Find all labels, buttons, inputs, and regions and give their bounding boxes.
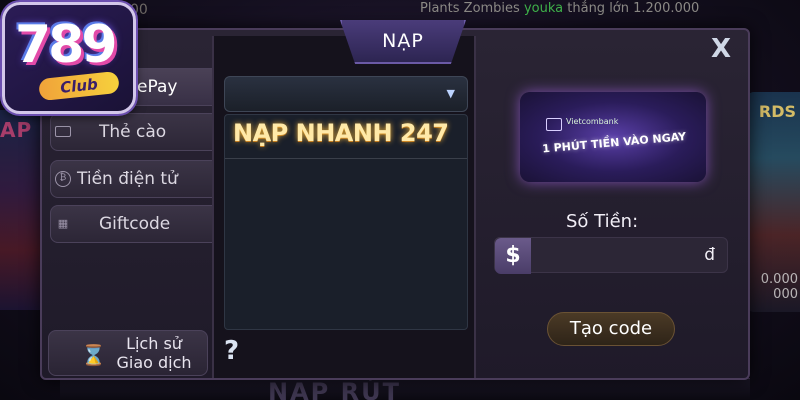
card-icon <box>55 126 71 137</box>
history-label-line1: Lịch sử <box>126 334 182 353</box>
dollar-icon: $ <box>495 238 531 274</box>
amount-input[interactable] <box>535 244 695 268</box>
promo-banner: Vietcombank 1 PHÚT TIỀN VÀO NGAY <box>520 92 706 182</box>
method-list: NẠP NHANH 247 <box>224 114 468 330</box>
brand-logo: 789 Club <box>2 2 136 114</box>
sidebar-item-scratch-card[interactable]: Thẻ cào <box>50 113 220 151</box>
ticker-game: Plants Zombies <box>420 1 520 16</box>
background-tile-right-text: RDS <box>758 102 796 121</box>
history-label: Lịch sử Giao dịch <box>109 334 199 372</box>
sidebar-item-crypto[interactable]: ₿ Tiền điện tử <box>50 160 220 198</box>
logo-number: 789 <box>15 15 118 75</box>
amount-label: Số Tiền: <box>566 211 639 232</box>
modal-header-tab: NẠP <box>340 20 466 64</box>
gift-icon: ▦ <box>57 217 69 230</box>
list-item-label: NẠP NHANH 247 <box>233 119 449 147</box>
ticker-amount: thắng lớn 1.200.000 <box>567 1 700 16</box>
win-ticker: Plants Zombies youka thắng lớn 1.200.000 <box>420 0 780 20</box>
sidebar-item-giftcode[interactable]: ▦ Giftcode <box>50 205 220 243</box>
history-label-line2: Giao dịch <box>116 353 192 372</box>
help-icon[interactable]: ? <box>224 336 239 366</box>
sidebar-item-label: Thẻ cào <box>99 122 167 142</box>
bitcoin-icon: ₿ <box>55 171 71 187</box>
banner-text: 1 PHÚT TIỀN VÀO NGAY <box>541 129 687 156</box>
create-code-button[interactable]: Tạo code <box>547 312 675 346</box>
background-bottom-text: NAP RÚT <box>268 378 401 400</box>
hourglass-icon: ⌛ <box>81 343 106 367</box>
sidebar-item-label: Giftcode <box>99 214 171 234</box>
sidebar-item-label: ePay <box>137 77 178 97</box>
card-icon <box>546 118 562 131</box>
ticker-user: youka <box>523 1 564 16</box>
banner-bank-name: Vietcombank <box>566 117 619 126</box>
close-icon[interactable]: X <box>706 34 736 64</box>
currency-unit: đ <box>704 245 715 265</box>
sidebar-item-label: Tiền điện tử <box>77 169 178 189</box>
amount-field[interactable]: $ đ <box>494 237 728 274</box>
method-dropdown[interactable]: ▼ <box>224 76 468 112</box>
transaction-history-button[interactable]: ⌛ Lịch sử Giao dịch <box>48 330 208 376</box>
background-bottom-bar <box>60 378 750 400</box>
page-title: NẠP <box>382 30 424 52</box>
background-jackpot-values: 0.000 000 <box>760 272 798 302</box>
logo-club: Club <box>38 70 120 102</box>
list-item[interactable]: NẠP NHANH 247 <box>225 115 467 159</box>
chevron-down-icon: ▼ <box>446 87 455 100</box>
